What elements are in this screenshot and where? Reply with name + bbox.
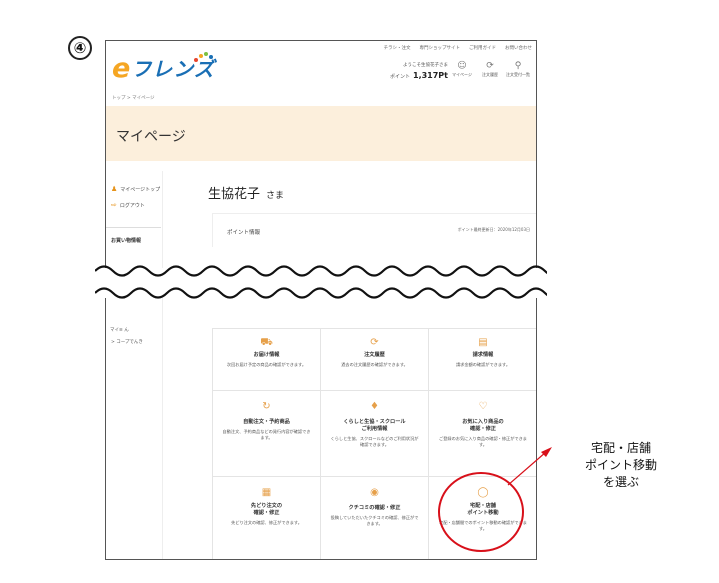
points-label: ポイント [389,74,410,80]
truck-icon: ⛟ [260,337,273,348]
site-logo[interactable]: e フレンズ [112,52,215,84]
page-banner: マイページ [106,106,536,161]
menu-tile-title: 自動注文・予約商品 [243,419,290,425]
menu-tile-desc: 先どり注文の確認、修正ができます。 [231,520,302,525]
sidebar-divider [162,171,163,559]
history-icon: ⟳ [486,61,494,71]
sidebar-item-coop-denki[interactable]: > コープでんき [111,339,143,345]
calendar-icon: ▦ [261,487,272,498]
page-title: マイページ [116,129,186,145]
top-link[interactable]: チラシ・注文 [384,45,411,51]
history-icon: ⟳ [370,337,379,348]
menu-tile-title: 注文履歴 [364,352,385,358]
member-name-text: 生協花子 [208,187,261,202]
user-icon: ☺ [457,61,467,71]
header-top-links: チラシ・注文 専門ショップサイト ご利用ガイド お問い合わせ [384,45,532,51]
point-info-panel: ポイント情報 ポイント最終更新日：2020年12月03日 [212,213,536,247]
logo-dots-icon [194,52,214,64]
member-name: 生協花子 さま [208,183,284,202]
sidebar-separator [106,227,161,228]
menu-tile-title: お届け情報 [253,352,280,358]
point-info-date: ポイント最終更新日：2020年12月03日 [457,227,530,232]
menu-tile-kurashi[interactable]: ♦ くらしと生協・スクロール ご利用情報 くらしと生協、スクロールなどのご利用状… [321,391,429,477]
sidebar-item-label: ログアウト [119,202,145,209]
menu-tile-title: お気に入り商品の 確認・修正 [462,419,504,432]
chat-icon: ◉ [370,487,379,498]
top-link[interactable]: 専門ショップサイト [420,45,461,51]
menu-tile-title: 請求情報 [472,352,494,358]
menu-tile-delivery[interactable]: ⛟ お届け情報 次回お届け予定の商品の確認ができます。 [213,329,321,391]
heart-icon: ♡ [478,401,488,412]
menu-tile-desc: 過去の注文履歴の確認ができます。 [341,362,408,367]
menu-tile-desc: 請求金額の確認ができます。 [455,362,511,367]
mypage-label: マイページ [452,72,472,77]
repeat-icon: ↻ [262,401,271,412]
member-honorific: さま [266,191,285,201]
order-list-button[interactable]: ⚲ 注文受付一覧 [504,61,532,78]
points-summary: ポイント 1,317Pt [368,71,448,80]
menu-tile-desc: ご登録のお気に入り商品の確認・修正ができます。 [439,436,527,447]
sidebar-category-heading: お買い物情報 [111,238,142,244]
menu-tile-title: クチコミの確認・修正 [348,505,401,511]
callout-line: ポイント移動 [584,458,657,472]
menu-tile-title: 先どり注文の 確認・修正 [250,503,283,516]
cart-icon: ⚲ [514,61,522,71]
menu-tile-desc: 次回お届け予定の商品の確認ができます。 [226,362,307,367]
menu-tile-reviews[interactable]: ◉ クチコミの確認・修正 投稿していただいたクチコミの確認、修正ができます。 [321,477,429,559]
menu-tile-billing[interactable]: ▤ 請求情報 請求金額の確認ができます。 [429,329,536,391]
menu-tile-auto-order[interactable]: ↻ 自動注文・予約商品 自動注文、予約商品などの発行内容が確認できます。 [213,391,321,477]
order-history-button[interactable]: ⟳ 注文履歴 [476,61,504,78]
sidebar-item-mypage-top[interactable]: ♟ マイページトップ [111,185,160,193]
menu-tile-desc: 自動注文、予約商品などの発行内容が確認できます。 [222,429,311,440]
top-link[interactable]: ご利用ガイド [469,45,496,51]
menu-tile-desc: くらしと生協、スクロールなどのご利用状況が確認できます。 [330,436,419,447]
points-value: 1,317Pt [413,71,448,80]
logo-e: e [112,53,131,84]
callout-text: 宅配・店舗 ポイント移動 を選ぶ [566,440,676,491]
callout-line: 宅配・店舗 [590,441,651,455]
logout-icon: ⇨ [111,201,117,209]
sidebar-item-logout[interactable]: ⇨ ログアウト [111,201,160,209]
order-list-label: 注文受付一覧 [506,72,530,77]
highlight-circle [438,472,524,552]
breadcrumb[interactable]: トップ > マイページ [112,95,155,101]
person-icon: ♟ [111,185,118,193]
order-history-label: 注文履歴 [482,72,498,77]
bag-icon: ♦ [370,401,379,412]
callout-line: を選ぶ [602,475,639,489]
menu-tile-title: くらしと生協・スクロール ご利用情報 [343,419,406,432]
menu-tile-desc: 投稿していただいたクチコミの確認、修正ができます。 [330,515,419,526]
menu-tile-order-history[interactable]: ⟳ 注文履歴 過去の注文履歴の確認ができます。 [321,329,429,391]
screenshot-cut-wave [95,265,547,299]
header-icons: ☺ マイページ ⟳ 注文履歴 ⚲ 注文受付一覧 [448,61,532,78]
invoice-icon: ▤ [478,337,488,348]
mypage-button[interactable]: ☺ マイページ [448,61,476,78]
top-link[interactable]: お問い合わせ [505,45,532,51]
menu-tile-favorites[interactable]: ♡ お気に入り商品の 確認・修正 ご登録のお気に入り商品の確認・修正ができます。 [429,391,536,477]
sidebar-category-heading-partial: マイ≡ ん [110,328,129,333]
sidebar-item-label: マイページトップ [120,186,161,193]
menu-tile-pre-order[interactable]: ▦ 先どり注文の 確認・修正 先どり注文の確認、修正ができます。 [213,477,321,559]
point-info-title: ポイント情報 [227,230,261,236]
step-number: ④ [68,36,92,60]
sidebar-links: ♟ マイページトップ ⇨ ログアウト [111,185,160,217]
greeting-text: ようこそ生協花子さま [403,63,448,68]
